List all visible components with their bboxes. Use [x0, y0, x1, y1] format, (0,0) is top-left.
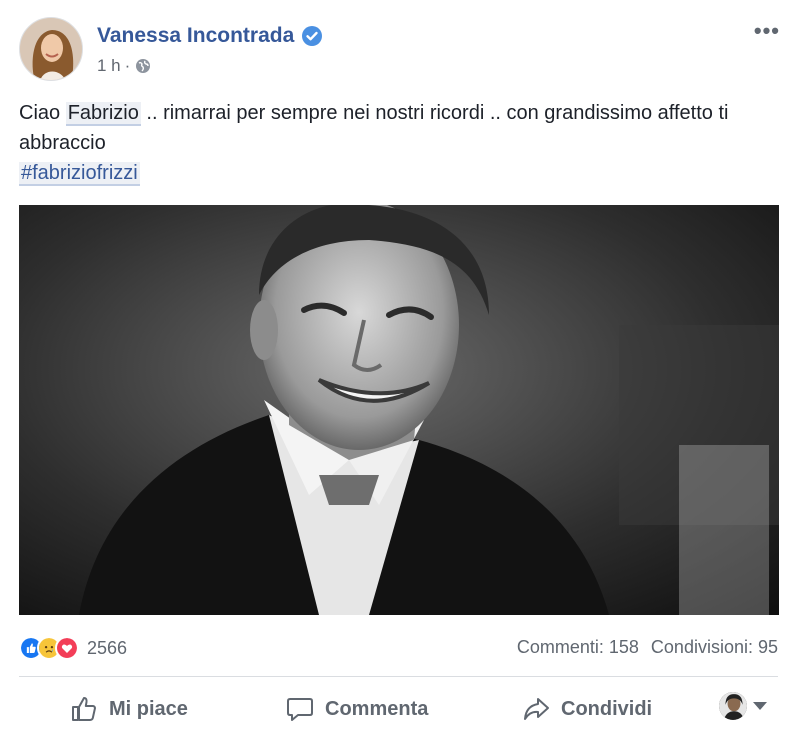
- reactions-summary[interactable]: 2566: [19, 636, 127, 660]
- love-reaction-icon: [55, 636, 79, 660]
- chevron-down-icon: [753, 702, 767, 710]
- globe-icon[interactable]: [135, 58, 151, 74]
- meta-separator: ·: [124, 56, 131, 75]
- more-options-icon[interactable]: •••: [754, 18, 780, 44]
- share-arrow-icon: [524, 698, 549, 720]
- like-label: Mi piace: [109, 697, 188, 720]
- comment-button[interactable]: Commenta: [285, 694, 428, 724]
- author-avatar[interactable]: [19, 17, 83, 81]
- post-message: Ciao Fabrizio .. rimarrai per sempre nei…: [19, 98, 779, 188]
- author-name[interactable]: Vanessa Incontrada: [97, 24, 294, 48]
- comment-bubble-icon: [287, 698, 313, 721]
- actions-divider: [19, 676, 778, 677]
- engagement-stats: Commenti: 158 Condivisioni: 95: [517, 637, 778, 658]
- react-as-selector[interactable]: [719, 692, 767, 720]
- comment-label: Commenta: [325, 697, 429, 720]
- mention-link[interactable]: Fabrizio: [65, 102, 141, 126]
- thumbs-up-icon: [72, 697, 96, 721]
- post-timestamp[interactable]: 1 h: [97, 56, 121, 76]
- shares-count[interactable]: Condivisioni: 95: [651, 637, 778, 658]
- facebook-post-card: Vanessa Incontrada 1 h · ••• Ciao Fabriz…: [0, 0, 800, 740]
- post-text-start: Ciao: [19, 102, 66, 124]
- post-actions-bar: Mi piace Commenta Condividi: [19, 688, 779, 732]
- author-name-row: Vanessa Incontrada: [97, 24, 323, 48]
- share-label: Condividi: [561, 697, 653, 720]
- like-button[interactable]: Mi piace: [69, 694, 188, 724]
- comments-count[interactable]: Commenti: 158: [517, 637, 639, 658]
- post-photo[interactable]: [19, 205, 779, 615]
- hashtag-link[interactable]: #fabriziofrizzi: [19, 162, 140, 186]
- current-user-avatar: [719, 692, 747, 720]
- share-button[interactable]: Condividi: [521, 694, 652, 724]
- post-meta: 1 h ·: [97, 56, 151, 76]
- reaction-count: 2566: [87, 637, 128, 658]
- verified-badge-icon: [302, 26, 323, 46]
